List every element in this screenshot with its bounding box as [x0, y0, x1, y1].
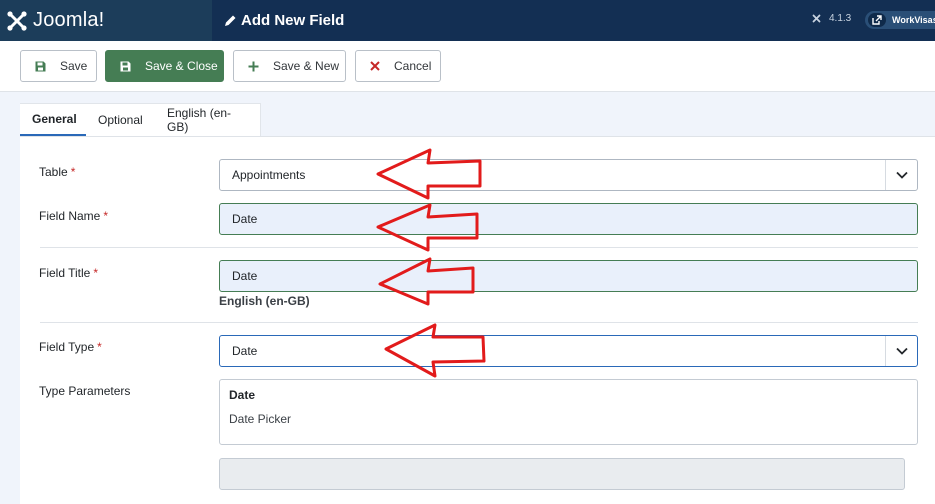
view-site-button[interactable]: WorkVisas	[865, 11, 935, 29]
table-label-text: Table	[39, 165, 68, 179]
tab-list: General Optional English (en-GB)	[20, 103, 261, 136]
brand-name: Joomla!	[33, 9, 105, 31]
version-number: 4.1.3	[829, 13, 852, 24]
chevron-down-icon	[885, 336, 917, 366]
type-parameters-label: Type Parameters	[39, 384, 131, 398]
save-new-label: Save & New	[273, 59, 340, 73]
required-mark: *	[103, 209, 109, 223]
header-bar: Joomla! Add New Field 4.1.3 WorkVisas	[0, 0, 935, 41]
table-select[interactable]: Appointments	[219, 159, 918, 191]
close-icon	[370, 61, 380, 71]
pencil-icon	[225, 15, 236, 26]
field-type-label: Field Type *	[39, 340, 102, 354]
joomla-small-icon	[812, 14, 821, 23]
field-name-value: Date	[232, 212, 258, 226]
field-title-input[interactable]: Date	[219, 260, 918, 292]
save-label: Save	[60, 59, 88, 73]
joomla-logo-icon	[7, 10, 27, 31]
page-title-text: Add New Field	[241, 12, 345, 29]
chevron-down-icon	[885, 160, 917, 190]
type-parameters-description: Date Picker	[229, 412, 292, 426]
cancel-label: Cancel	[394, 59, 432, 73]
table-label: Table *	[39, 165, 75, 179]
field-title-label-text: Field Title	[39, 266, 91, 280]
save-icon	[120, 61, 131, 71]
language-note: English (en-GB)	[219, 294, 310, 308]
form-panel: Table * Appointments Field Name * Date Fie…	[20, 137, 935, 504]
field-type-label-text: Field Type	[39, 340, 95, 354]
field-name-label-text: Field Name	[39, 209, 101, 223]
field-title-label: Field Title *	[39, 266, 98, 280]
field-type-value: Date	[232, 344, 258, 358]
page-title: Add New Field	[224, 12, 344, 29]
save-icon	[35, 61, 46, 71]
disabled-field	[219, 458, 905, 490]
section-divider	[40, 247, 918, 248]
tab-language[interactable]: English (en-GB)	[155, 103, 261, 136]
required-mark: *	[93, 266, 99, 280]
field-type-select[interactable]: Date	[219, 335, 918, 367]
required-mark: *	[70, 165, 76, 179]
joomla-logo[interactable]: Joomla!	[0, 0, 212, 41]
external-link-icon	[868, 13, 886, 27]
cancel-button[interactable]: Cancel	[355, 50, 441, 82]
save-new-button[interactable]: Save & New	[233, 50, 346, 82]
required-mark: *	[97, 340, 102, 354]
table-select-value: Appointments	[232, 168, 306, 182]
toolbar: Save Save & Close Save & New Cancel	[0, 41, 935, 92]
type-parameters-title: Date	[229, 388, 256, 402]
save-button[interactable]: Save	[20, 50, 97, 82]
section-divider	[40, 322, 918, 323]
field-name-input[interactable]: Date	[219, 203, 918, 235]
type-parameters-box: Date Date Picker	[219, 379, 918, 445]
plus-icon	[248, 61, 259, 71]
save-close-button[interactable]: Save & Close	[105, 50, 224, 82]
field-title-value: Date	[232, 269, 258, 283]
tab-general[interactable]: General	[20, 103, 86, 136]
version-info: 4.1.3	[812, 13, 851, 24]
tab-optional[interactable]: Optional	[86, 103, 155, 136]
field-name-label: Field Name *	[39, 209, 108, 223]
save-close-label: Save & Close	[145, 59, 218, 73]
site-name: WorkVisas	[892, 15, 935, 25]
